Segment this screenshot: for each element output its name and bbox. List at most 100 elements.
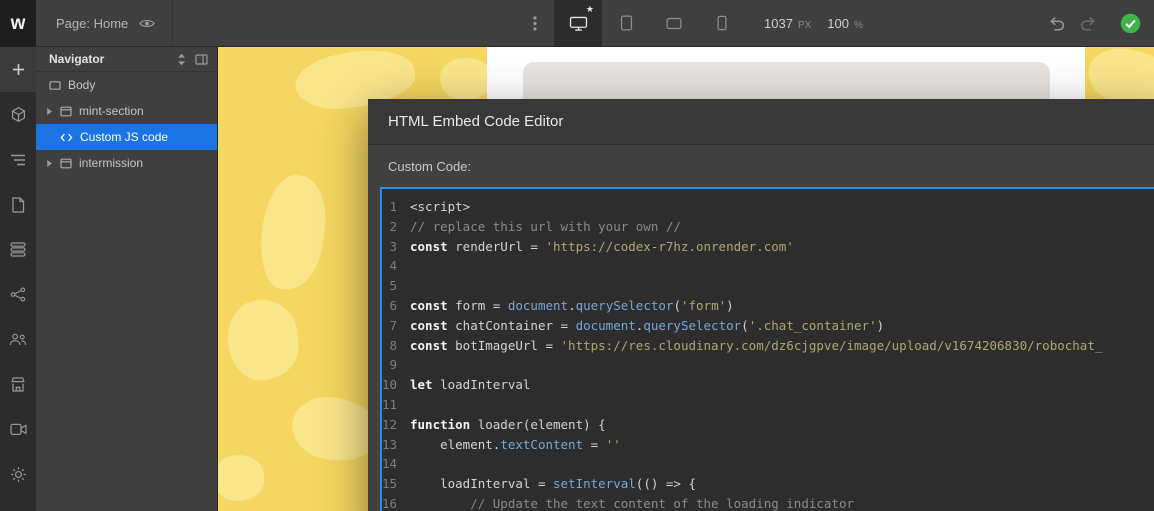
line-content: const form = document.querySelector('for…: [410, 297, 734, 313]
line-content: loadInterval = setInterval(() => {: [440, 476, 697, 492]
line-content: // replace this url with your own //: [410, 218, 681, 234]
code-line: 10 let loadInterval: [382, 375, 1154, 395]
navigator-title: Navigator: [49, 52, 105, 66]
line-content: element.textContent = '': [440, 436, 621, 452]
line-number: 3: [389, 238, 397, 254]
code-line: 13 element.textContent = '': [382, 435, 1154, 455]
navigator-item-body[interactable]: Body: [36, 72, 217, 98]
add-icon[interactable]: [0, 47, 36, 92]
line-number: 13: [382, 436, 398, 452]
navigator-item-label: Body: [68, 78, 96, 92]
left-toolbar: [0, 47, 36, 511]
line-number: 7: [389, 317, 397, 333]
line-number: 6: [389, 297, 397, 313]
code-editor[interactable]: 1 <script> 2 // replace this url with your …: [380, 187, 1154, 511]
line-number: 2: [389, 218, 397, 234]
code-line: 8 const botImageUrl = 'https://res.cloudi…: [382, 336, 1154, 356]
section-element-icon: [60, 158, 72, 169]
section-element-icon: [60, 106, 72, 117]
line-content: [410, 454, 418, 474]
reorder-sort-icon[interactable]: [177, 53, 186, 66]
line-content: function loader(element) {: [410, 416, 606, 432]
expand-chevron-icon[interactable]: [44, 159, 54, 168]
navigator-item-mint-section[interactable]: mint-section: [36, 98, 217, 124]
line-content: // Update the text content of the loadin…: [410, 495, 855, 511]
expand-chevron-icon[interactable]: [44, 107, 54, 116]
navigator-header: Navigator: [36, 47, 217, 72]
default-breakpoint-star-icon: ★: [585, 4, 594, 14]
line-number: 14: [382, 456, 398, 472]
code-line: 6 const form = document.querySelector('fo…: [382, 296, 1154, 316]
breakpoint-switcher: ★: [554, 0, 746, 46]
webflow-logo[interactable]: w: [0, 0, 36, 47]
code-element-icon: [60, 132, 73, 143]
line-content: let loadInterval: [410, 377, 531, 393]
navigator-tree: Body mint-section Custom JS code intermissi…: [36, 72, 217, 176]
line-content: [410, 355, 418, 375]
line-number: 5: [389, 278, 397, 294]
line-number: 15: [382, 476, 398, 492]
line-number: 12: [382, 416, 398, 432]
page-selector[interactable]: Page: Home: [36, 0, 174, 46]
symbols-icon[interactable]: [0, 92, 36, 137]
code-line: 4: [382, 256, 1154, 276]
canvas-dimensions: 1037 PX 100 %: [764, 16, 863, 31]
line-content: const renderUrl = 'https://codex-r7hz.on…: [410, 238, 794, 254]
media-icon[interactable]: [0, 407, 36, 452]
line-content: [410, 276, 418, 296]
breakpoint-tablet-button[interactable]: [602, 0, 650, 46]
menu-dots-icon[interactable]: [524, 0, 546, 46]
navigator-item-intermission[interactable]: intermission: [36, 150, 217, 176]
line-content: <script>: [410, 199, 471, 214]
code-line: 5: [382, 276, 1154, 296]
line-number: 9: [389, 357, 397, 373]
modal-title: HTML Embed Code Editor: [388, 113, 564, 130]
breakpoint-phone-button[interactable]: [698, 0, 746, 46]
canvas-width-value[interactable]: 1037: [764, 16, 793, 31]
breakpoint-desktop-button[interactable]: ★: [554, 0, 602, 46]
settings-icon[interactable]: [0, 452, 36, 497]
topbar: w Page: Home ★ 1037 PX 100 %: [0, 0, 1154, 47]
navigator-item-label: intermission: [79, 156, 144, 170]
line-number: 1: [389, 199, 397, 214]
code-line: 9: [382, 355, 1154, 375]
code-lines: 1 <script> 2 // replace this url with your …: [382, 197, 1154, 511]
zoom-value[interactable]: 100: [827, 16, 849, 31]
line-content: [410, 256, 418, 276]
paint-blob: [254, 171, 332, 294]
code-line: 12 function loader(element) {: [382, 415, 1154, 435]
ecommerce-icon[interactable]: [0, 362, 36, 407]
paint-blob: [224, 297, 302, 383]
collapse-panel-icon[interactable]: [195, 53, 208, 65]
line-content: [410, 395, 418, 415]
topbar-center: ★ 1037 PX 100 %: [524, 0, 863, 46]
redo-button[interactable]: [1080, 16, 1097, 31]
line-number: 4: [389, 258, 397, 274]
line-number: 8: [389, 337, 397, 353]
zoom-unit: %: [853, 19, 863, 31]
saved-status-check-icon[interactable]: [1120, 13, 1141, 34]
paint-blob: [440, 58, 492, 100]
breakpoint-tablet-landscape-button[interactable]: [650, 0, 698, 46]
navigator-item-label: mint-section: [79, 104, 144, 118]
modal-header[interactable]: HTML Embed Code Editor: [368, 99, 1154, 145]
line-number: 10: [382, 377, 398, 393]
undo-button[interactable]: [1048, 16, 1065, 31]
cms-icon[interactable]: [0, 227, 36, 272]
preview-eye-icon[interactable]: [139, 18, 156, 29]
code-line: 3 const renderUrl = 'https://codex-r7hz.o…: [382, 237, 1154, 257]
code-line: 7 const chatContainer = document.querySel…: [382, 316, 1154, 336]
logic-icon[interactable]: [0, 272, 36, 317]
navigator-icon[interactable]: [0, 137, 36, 182]
pages-icon[interactable]: [0, 182, 36, 227]
canvas-width-unit: PX: [797, 19, 812, 31]
code-line: 11: [382, 395, 1154, 415]
users-icon[interactable]: [0, 317, 36, 362]
navigator-item-custom-js-code[interactable]: Custom JS code: [36, 124, 217, 150]
line-number: 11: [382, 396, 398, 412]
modal-body: Custom Code: 1 <script> 2 // replace this u…: [368, 145, 1154, 511]
page-label: Page: Home: [56, 15, 129, 31]
paint-blob: [218, 455, 264, 501]
logo-glyph: w: [10, 12, 26, 34]
code-line: 15 loadInterval = setInterval(() => {: [382, 474, 1154, 494]
